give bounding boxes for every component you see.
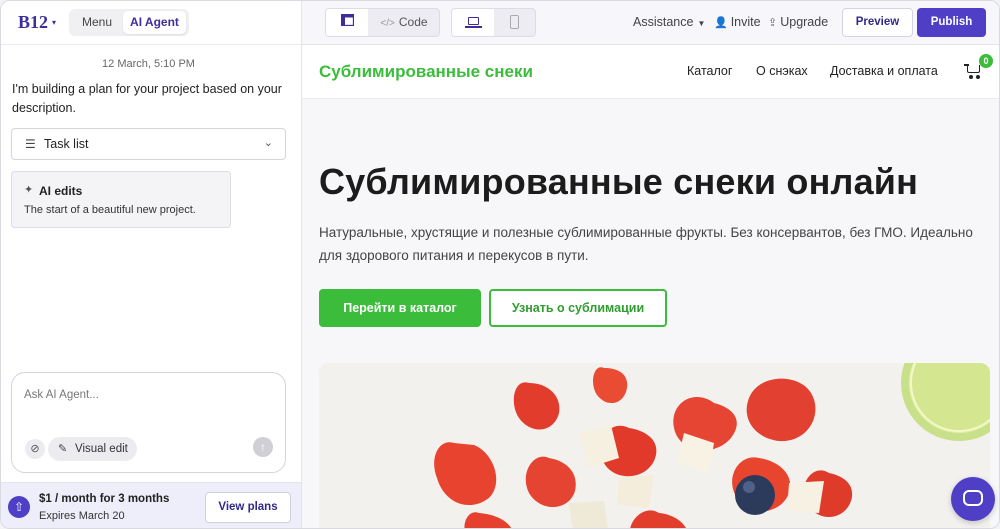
code-icon: </> [380,18,395,29]
chat-icon [963,490,983,506]
ask-ai-input[interactable] [24,389,274,401]
upgrade-button[interactable]: ⇪ Upgrade [768,15,828,29]
upgrade-arrow-icon: ⇧ [8,496,30,518]
list-icon: ☰ [25,137,36,151]
promo-expiry: Expires March 20 [39,510,125,522]
support-chat-button[interactable] [951,477,995,521]
ai-edits-description: The start of a beautiful new project. [24,204,196,216]
device-switch [451,8,536,37]
task-list-label: Task list [44,137,89,151]
user-plus-icon: 👤 [714,17,728,29]
agent-panel-header: B12 ▾ Menu AI Agent [1,1,301,45]
hero-description: Натуральные, хрустящие и полезные сублим… [319,225,973,263]
send-icon[interactable]: ↑ [253,437,273,457]
desktop-view-button[interactable] [452,9,494,36]
publish-button[interactable]: Publish [917,8,986,37]
logo-dropdown-icon[interactable]: ▾ [52,18,56,27]
task-list-dropdown[interactable]: ☰ Task list ⌄ [11,128,286,160]
visual-edit-label: Visual edit [75,443,128,455]
chevron-down-icon: ⌄ [263,137,273,149]
ask-ai-box: ⊘ ✎ Visual edit ↑ [11,372,286,473]
nav-about[interactable]: О снэках [756,64,808,78]
promo-banner: ⇧ $1 / month for 3 months Expires March … [1,482,301,528]
site-preview: Сублимированные снеки Каталог О снэках Д… [302,45,999,528]
invite-label: Invite [730,15,761,29]
learn-sublimation-button[interactable]: Узнать о сублимации [489,289,667,327]
layout-icon [340,13,354,27]
message-timestamp: 12 March, 5:10 PM [102,58,195,70]
app-window: B12 ▾ Menu AI Agent 12 March, 5:10 PM I'… [0,0,1000,529]
b12-logo[interactable]: B12 [18,12,48,33]
catalog-cta-button[interactable]: Перейти в каталог [319,289,481,327]
upload-icon: ⇪ [768,17,778,29]
agent-panel: B12 ▾ Menu AI Agent 12 March, 5:10 PM I'… [1,1,302,528]
ai-edits-card[interactable]: ✦ AI edits The start of a beautiful new … [11,171,231,228]
tab-menu[interactable]: Menu [73,11,121,34]
code-label: Code [398,15,428,29]
layout-view-button[interactable] [326,9,368,36]
hero-title: Сублимированные снеки онлайн [319,161,919,202]
site-logo[interactable]: Сублимированные снеки [319,62,533,82]
attach-icon[interactable]: ⊘ [25,439,45,459]
laptop-icon [468,17,479,25]
nav-delivery[interactable]: Доставка и оплата [830,64,938,78]
invite-button[interactable]: 👤 Invite [714,15,761,29]
ai-edits-title: AI edits [39,184,83,198]
visual-edit-button[interactable]: ✎ Visual edit [48,437,137,461]
tab-ai-agent[interactable]: AI Agent [123,11,186,34]
view-mode-switch: </> Code [325,8,440,37]
code-view-button[interactable]: </> Code [368,9,439,36]
caret-down-icon: ▼ [697,19,706,28]
site-header: Сублимированные снеки Каталог О снэках Д… [302,45,999,99]
assistance-label: Assistance [633,15,694,29]
panel-mode-switch: Menu AI Agent [69,9,189,36]
preview-button[interactable]: Preview [842,8,913,37]
agent-message: I'm building a plan for your project bas… [12,82,282,115]
editor-toolbar: </> Code Assistance ▼ 👤 Invite ⇪ Upgrade Pre… [302,1,999,45]
sparkle-icon: ✦ [24,184,34,196]
freeze-dried-fruit-image [319,363,990,528]
mobile-view-button[interactable] [494,9,535,36]
cart-count-badge: 0 [979,54,993,68]
hero-image [319,363,990,528]
nav-catalog[interactable]: Каталог [687,64,732,78]
promo-title: $1 / month for 3 months [39,493,170,505]
pencil-icon: ✎ [58,443,68,455]
upgrade-label: Upgrade [780,15,829,29]
assistance-menu[interactable]: Assistance ▼ [633,15,705,29]
view-plans-button[interactable]: View plans [205,492,291,523]
phone-icon [510,15,519,29]
